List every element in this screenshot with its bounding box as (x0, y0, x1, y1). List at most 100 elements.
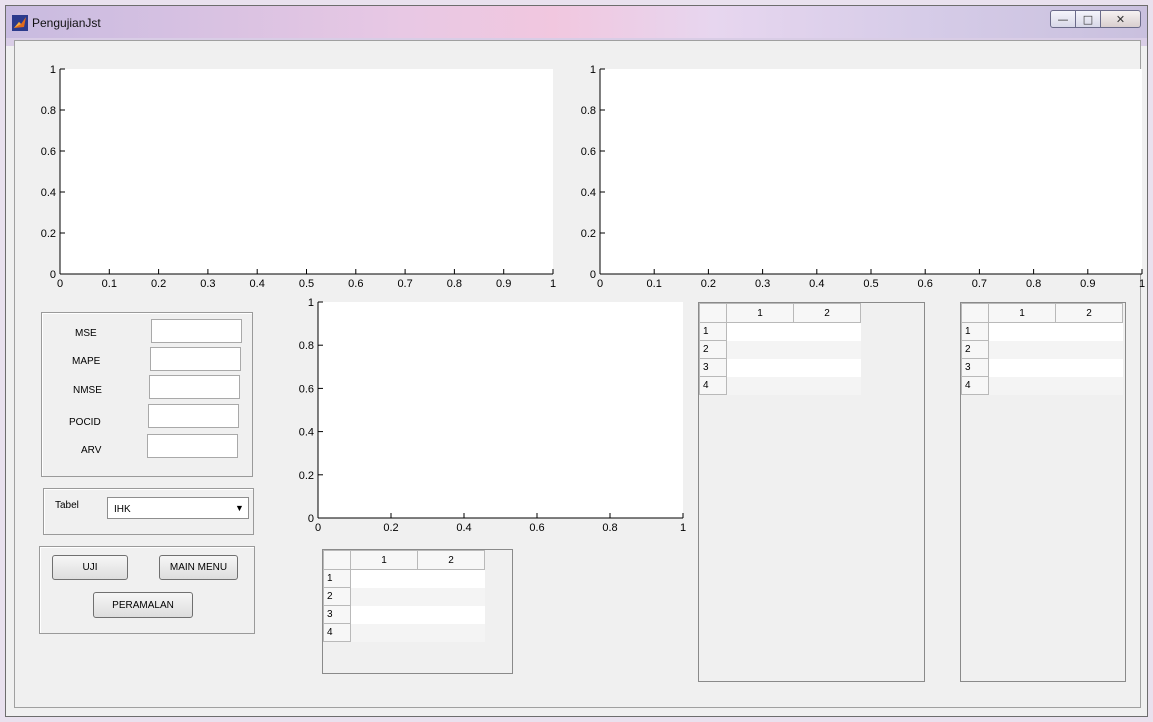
table-cell[interactable] (350, 623, 418, 642)
x-tick-label: 0.4 (456, 522, 471, 534)
table-cell[interactable] (793, 358, 861, 377)
column-header[interactable]: 1 (350, 550, 418, 570)
row-header[interactable]: 3 (699, 358, 727, 377)
y-tick-label: 0.8 (299, 340, 314, 352)
x-tick-label: 0.3 (200, 278, 215, 290)
table-cell[interactable] (988, 358, 1056, 377)
table-cell[interactable] (726, 376, 794, 395)
x-tick-label: 0.1 (102, 278, 117, 290)
x-tick-label: 0 (57, 278, 63, 290)
x-tick-label: 0.2 (151, 278, 166, 290)
row-header[interactable]: 1 (323, 569, 351, 588)
nmse-label: NMSE (73, 385, 102, 396)
window-title: PengujianJst (32, 16, 101, 30)
x-tick-label: 0.8 (447, 278, 462, 290)
table-cell[interactable] (1055, 358, 1123, 377)
table-cell[interactable] (726, 340, 794, 359)
row-header[interactable]: 4 (961, 376, 989, 395)
table-cell[interactable] (417, 587, 485, 606)
mape-field[interactable] (150, 347, 241, 371)
y-tick-label: 0.2 (581, 228, 596, 240)
top-left-axes-plot: 0 0.1 0.2 0.3 0.4 0.5 0.6 0.7 0.8 0.9 1 0 0.2 0.4 0.6 0… (41, 64, 556, 290)
row-header[interactable]: 4 (699, 376, 727, 395)
table-row: 4 (699, 376, 861, 395)
row-header[interactable]: 3 (323, 605, 351, 624)
table-cell[interactable] (988, 322, 1056, 341)
close-icon[interactable]: ✕ (1101, 10, 1141, 28)
y-tick-label: 0.6 (299, 383, 314, 395)
uji-button[interactable]: UJI (52, 555, 128, 580)
table-cell[interactable] (350, 569, 418, 588)
table-cell[interactable] (726, 322, 794, 341)
y-tick-label: 0.6 (581, 146, 596, 158)
column-header[interactable]: 1 (726, 303, 794, 323)
table-row: 4 (323, 623, 485, 642)
table-cell[interactable] (1055, 376, 1123, 395)
y-tick-label: 0.4 (581, 187, 596, 199)
minimize-icon[interactable]: — (1050, 10, 1076, 28)
table-row: 2 (699, 340, 861, 359)
peramalan-button[interactable]: PERAMALAN (93, 592, 193, 618)
top-left-axes[interactable]: 0 0.1 0.2 0.3 0.4 0.5 0.6 0.7 0.8 0.9 1 0 0.2 0.4 0.6 0… (41, 64, 556, 290)
table-cell[interactable] (793, 340, 861, 359)
plot-area (600, 69, 1142, 274)
far-right-table[interactable]: 121234 (960, 302, 1126, 682)
data-grid: 121234 (323, 550, 485, 642)
maximize-icon[interactable]: □ (1076, 10, 1101, 28)
y-tick-label: 0 (308, 513, 314, 525)
y-tick-label: 0.8 (581, 105, 596, 117)
arv-field[interactable] (147, 434, 238, 458)
x-tick-label: 0.6 (529, 522, 544, 534)
table-cell[interactable] (726, 358, 794, 377)
table-cell[interactable] (988, 340, 1056, 359)
table-cell[interactable] (1055, 322, 1123, 341)
y-tick-label: 0 (590, 269, 596, 281)
x-tick-label: 0 (597, 278, 603, 290)
middle-axes[interactable]: 0 0.2 0.4 0.6 0.8 1 0 0.2 0.4 0.6 0.8 1 (299, 297, 686, 534)
table-cell[interactable] (417, 569, 485, 588)
metrics-panel: MSE MAPE NMSE POCID ARV (41, 312, 253, 477)
table-cell[interactable] (1055, 340, 1123, 359)
x-tick-label: 0.8 (602, 522, 617, 534)
table-selector-panel: Tabel IHK ▼ (43, 488, 254, 535)
mse-field[interactable] (151, 319, 242, 343)
table-select[interactable]: IHK ▼ (107, 497, 249, 519)
main-menu-button[interactable]: MAIN MENU (159, 555, 238, 580)
middle-right-table[interactable]: 121234 (698, 302, 925, 682)
table-cell[interactable] (417, 605, 485, 624)
table-cell[interactable] (988, 376, 1056, 395)
row-header[interactable]: 3 (961, 358, 989, 377)
corner-header (699, 303, 727, 323)
row-header[interactable]: 4 (323, 623, 351, 642)
bottom-table[interactable]: 121234 (322, 549, 513, 674)
row-header[interactable]: 2 (323, 587, 351, 606)
table-row: 1 (699, 322, 861, 341)
chevron-down-icon[interactable]: ▼ (232, 499, 247, 517)
table-cell[interactable] (417, 623, 485, 642)
column-header[interactable]: 2 (793, 303, 861, 323)
nmse-field[interactable] (149, 375, 240, 399)
y-tick-label: 1 (50, 64, 56, 76)
column-header[interactable]: 1 (988, 303, 1056, 323)
table-cell[interactable] (350, 605, 418, 624)
table-cell[interactable] (793, 376, 861, 395)
column-header[interactable]: 2 (417, 550, 485, 570)
table-cell[interactable] (350, 587, 418, 606)
data-grid: 121234 (699, 303, 861, 395)
row-header[interactable]: 2 (699, 340, 727, 359)
title-bar[interactable]: PengujianJst — □ ✕ (6, 6, 1147, 38)
row-header[interactable]: 1 (961, 322, 989, 341)
column-header[interactable]: 2 (1055, 303, 1123, 323)
y-tick-label: 0 (50, 269, 56, 281)
table-cell[interactable] (793, 322, 861, 341)
x-tick-label: 0.7 (397, 278, 412, 290)
table-select-value: IHK (114, 504, 131, 515)
y-tick-label: 0.4 (41, 187, 56, 199)
top-right-axes[interactable]: 0 0.1 0.2 0.3 0.4 0.5 0.6 0.7 0.8 0.9 1 0 0.2 0.4 0.6 0… (581, 64, 1145, 290)
x-tick-label: 0.9 (1080, 278, 1095, 290)
table-row: 3 (961, 358, 1123, 377)
row-header[interactable]: 1 (699, 322, 727, 341)
pocid-field[interactable] (148, 404, 239, 428)
row-header[interactable]: 2 (961, 340, 989, 359)
x-tick-label: 1 (1139, 278, 1145, 290)
